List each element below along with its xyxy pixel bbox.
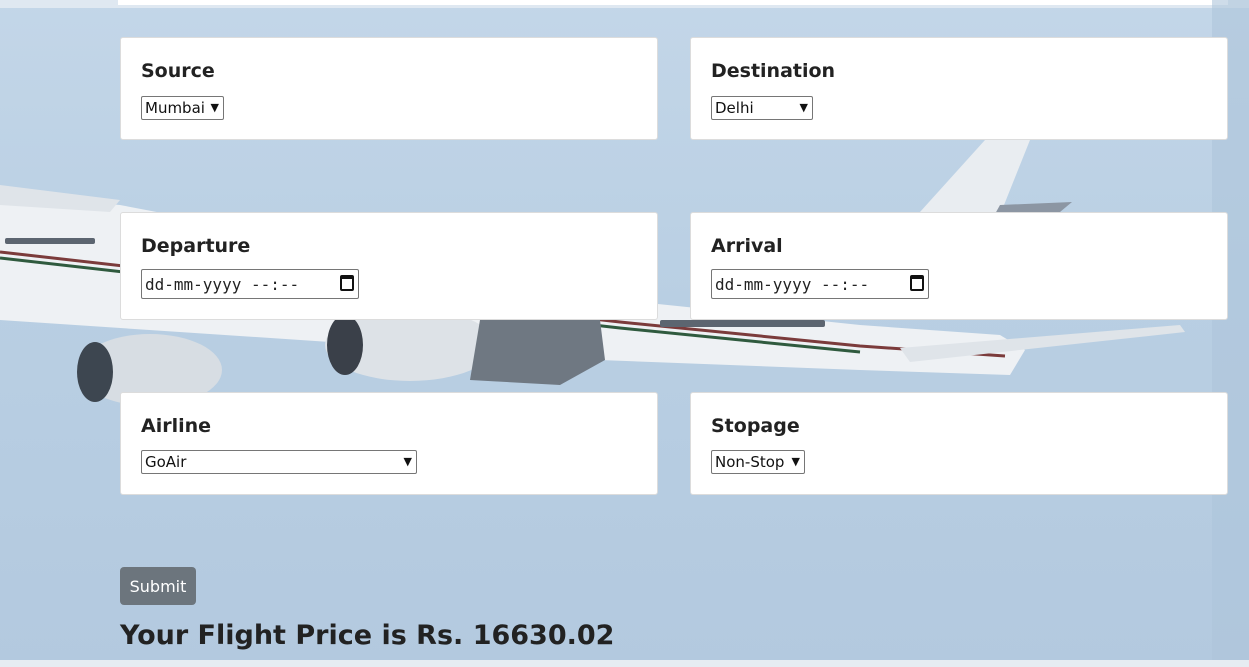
departure-label: Departure (141, 235, 251, 257)
stopage-selected-value: Non-Stop (715, 453, 785, 471)
arrival-placeholder: dd-mm-yyyy --:-- (715, 275, 870, 294)
arrival-card: Arrival dd-mm-yyyy --:-- (690, 212, 1228, 320)
destination-label: Destination (711, 60, 836, 82)
source-card: Source Mumbai ▼ (120, 37, 658, 140)
departure-placeholder: dd-mm-yyyy --:-- (145, 275, 300, 294)
flight-price-result: Your Flight Price is Rs. 16630.02 (120, 620, 615, 651)
chevron-down-icon: ▼ (210, 101, 219, 114)
stopage-select[interactable]: Non-Stop ▼ (711, 450, 805, 474)
airline-label: Airline (141, 415, 212, 437)
bottom-strip (0, 660, 1249, 667)
source-selected-value: Mumbai (145, 99, 205, 117)
destination-card: Destination Delhi ▼ (690, 37, 1228, 140)
chevron-down-icon: ▼ (791, 455, 800, 468)
stopage-card: Stopage Non-Stop ▼ (690, 392, 1228, 495)
destination-selected-value: Delhi (715, 99, 754, 117)
departure-datetime-input[interactable]: dd-mm-yyyy --:-- (141, 269, 359, 299)
submit-button[interactable]: Submit (120, 567, 196, 605)
departure-card: Departure dd-mm-yyyy --:-- (120, 212, 658, 320)
chevron-down-icon: ▼ (403, 455, 412, 468)
calendar-icon[interactable] (340, 275, 354, 291)
calendar-icon[interactable] (910, 275, 924, 291)
arrival-label: Arrival (711, 235, 783, 257)
stopage-label: Stopage (711, 415, 800, 437)
arrival-datetime-input[interactable]: dd-mm-yyyy --:-- (711, 269, 929, 299)
airline-select[interactable]: GoAir ▼ (141, 450, 417, 474)
airline-card: Airline GoAir ▼ (120, 392, 658, 495)
chevron-down-icon: ▼ (799, 101, 808, 114)
source-label: Source (141, 60, 215, 82)
airline-selected-value: GoAir (145, 453, 187, 471)
destination-select[interactable]: Delhi ▼ (711, 96, 813, 120)
source-select[interactable]: Mumbai ▼ (141, 96, 224, 120)
